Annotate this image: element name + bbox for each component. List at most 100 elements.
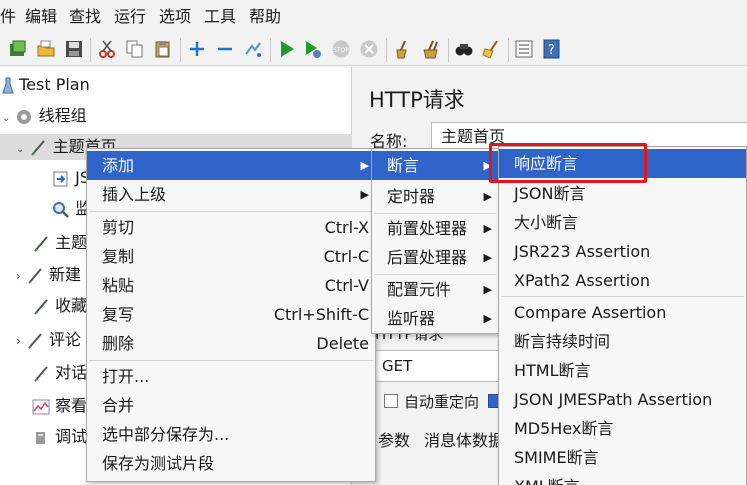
tree-item-label: 线程组 [38, 106, 87, 125]
paste-icon[interactable] [153, 39, 173, 59]
menu-help[interactable]: 帮助 [249, 7, 281, 27]
submenu-item-preprocessors[interactable]: 前置处理器 ▶ [372, 214, 498, 243]
sampler-icon [34, 365, 48, 382]
menu-item-delete[interactable]: 删除 Delete [87, 329, 375, 358]
tree-item-sampler[interactable]: › 评论 [16, 327, 81, 353]
menu-file[interactable]: 件 [0, 7, 16, 27]
tree-item-debug[interactable]: 调试 [32, 424, 87, 450]
submenu-item-config-elements[interactable]: 配置元件 ▶ [372, 275, 498, 304]
page-title: HTTP请求 [369, 88, 465, 112]
toolbar-separator [180, 38, 181, 62]
auto-redirect-checkbox[interactable] [384, 394, 398, 408]
menu-item-save-selection[interactable]: 选中部分保存为... [87, 420, 375, 449]
menu-item-paste[interactable]: 粘贴 Ctrl-V [87, 271, 375, 300]
assertion-item-smime[interactable]: SMIME断言 [499, 443, 746, 472]
sampler-icon [31, 139, 46, 156]
cut-icon[interactable] [97, 39, 117, 59]
menu-separator [89, 360, 373, 361]
sampler-icon [34, 235, 48, 252]
test-plan-icon [2, 77, 14, 93]
assertion-item-size[interactable]: 大小断言 [499, 208, 746, 237]
submenu-arrow-icon: ▶ [360, 188, 369, 201]
copy-icon[interactable] [125, 39, 145, 59]
tree-item-sampler[interactable]: 对话 [32, 360, 87, 386]
clear-icon[interactable] [393, 39, 413, 59]
open-icon[interactable] [36, 39, 56, 59]
chevron-right-icon[interactable]: › [16, 334, 21, 348]
assertion-submenu: 响应断言 JSON断言 大小断言 JSR223 Assertion XPath2… [498, 146, 747, 485]
menu-item-save-fragment[interactable]: 保存为测试片段 [87, 449, 375, 478]
assertion-item-html[interactable]: HTML断言 [499, 356, 746, 385]
menu-options[interactable]: 选项 [159, 7, 191, 27]
sampler-icon [28, 267, 42, 284]
tree-item-sampler[interactable]: 收藏 [32, 293, 87, 319]
svg-text:STOP: STOP [333, 47, 349, 54]
save-icon[interactable] [64, 39, 84, 59]
sampler-icon [34, 298, 48, 315]
assertion-item-jsr223[interactable]: JSR223 Assertion [499, 237, 746, 266]
menu-item-cut[interactable]: 剪切 Ctrl-X [87, 213, 375, 242]
collapse-icon[interactable] [215, 39, 235, 59]
tree-item-label: 新建 [49, 265, 82, 284]
shortcut-label: Ctrl-V [324, 276, 369, 295]
menu-tools[interactable]: 工具 [204, 7, 236, 27]
chevron-down-icon[interactable]: ⌄ [16, 144, 24, 155]
submenu-item-timers[interactable]: 定时器 ▶ [372, 182, 498, 211]
menu-item-insert-parent[interactable]: 插入上级 ▶ [87, 180, 375, 209]
start-icon[interactable] [277, 39, 297, 59]
tab-body-data[interactable]: 消息体数据 [424, 427, 504, 451]
submenu-arrow-icon: ▶ [360, 159, 369, 172]
reset-search-icon[interactable] [482, 39, 502, 59]
magnifier-icon [53, 201, 69, 218]
shortcut-label: Delete [316, 334, 369, 353]
menu-edit[interactable]: 编辑 [25, 7, 57, 27]
submenu-arrow-icon: ▶ [483, 251, 492, 264]
tree-item-thread-group[interactable]: ⌄ 线程组 [2, 103, 87, 129]
submenu-arrow-icon: ▶ [483, 222, 492, 235]
search-icon[interactable] [454, 39, 474, 59]
tab-params[interactable]: 参数 [378, 427, 410, 451]
tree-item-sampler[interactable]: 主题 [32, 230, 87, 256]
menu-item-merge[interactable]: 合并 [87, 391, 375, 420]
templates-icon[interactable] [8, 39, 28, 59]
chevron-right-icon[interactable]: › [16, 269, 21, 283]
assertion-item-duration[interactable]: 断言持续时间 [499, 327, 746, 356]
clear-all-icon[interactable] [421, 39, 441, 59]
start-no-pause-icon[interactable] [303, 39, 323, 59]
submenu-arrow-icon: ▶ [483, 283, 492, 296]
submenu-arrow-icon: ▶ [483, 312, 492, 325]
menu-search[interactable]: 查找 [69, 7, 101, 27]
function-helper-icon[interactable] [514, 39, 534, 59]
tree-item-test-plan[interactable]: Test Plan [2, 72, 90, 98]
tree-item-label: 察看 [55, 396, 88, 415]
expand-icon[interactable] [187, 39, 207, 59]
menu-item-add[interactable]: 添加 ▶ [87, 151, 375, 180]
toggle-icon[interactable] [243, 39, 263, 59]
tree-item-results-tree[interactable]: 察看 [32, 393, 87, 419]
menu-item-open[interactable]: 打开... [87, 362, 375, 391]
debug-icon [36, 431, 45, 444]
menu-separator [501, 296, 744, 297]
shutdown-icon[interactable] [359, 39, 379, 59]
tree-item-preprocessor[interactable]: JS [52, 165, 90, 191]
menu-item-duplicate[interactable]: 复写 Ctrl+Shift-C [87, 300, 375, 329]
submenu-item-assertions[interactable]: 断言 ▶ [372, 151, 498, 180]
chevron-down-icon[interactable]: ⌄ [2, 113, 10, 124]
menu-run[interactable]: 运行 [114, 7, 146, 27]
toolbar-separator [448, 38, 449, 62]
help-icon[interactable]: ? [542, 39, 562, 59]
stop-icon[interactable]: STOP [331, 39, 351, 59]
assertion-item-xml[interactable]: XML断言 [499, 472, 746, 485]
submenu-item-postprocessors[interactable]: 后置处理器 ▶ [372, 243, 498, 272]
assertion-item-json[interactable]: JSON断言 [499, 179, 746, 208]
menu-item-copy[interactable]: 复制 Ctrl-C [87, 242, 375, 271]
assertion-item-md5hex[interactable]: MD5Hex断言 [499, 414, 746, 443]
assertion-item-compare[interactable]: Compare Assertion [499, 298, 746, 327]
menu-separator [89, 211, 373, 212]
tree-item-sampler[interactable]: › 新建 [16, 262, 81, 288]
assertion-item-json-jmespath[interactable]: JSON JMESPath Assertion [499, 385, 746, 414]
graph-icon [32, 399, 50, 414]
assertion-item-xpath2[interactable]: XPath2 Assertion [499, 266, 746, 295]
tree-item-label: 评论 [49, 330, 82, 349]
submenu-item-listeners[interactable]: 监听器 ▶ [372, 304, 498, 333]
